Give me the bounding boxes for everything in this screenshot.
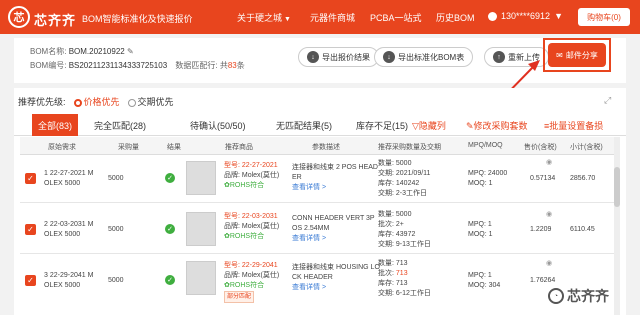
check-icon: ✓ <box>165 224 175 234</box>
tab-all[interactable]: 全部(83) <box>32 114 78 136</box>
subtotal-value: 2856.70 <box>570 175 596 182</box>
checkbox[interactable]: ✓ <box>25 275 36 286</box>
col-product: 推荐商品 <box>225 144 253 151</box>
col-buy: 推荐采购数量及交期 <box>378 144 441 151</box>
priority-price-option[interactable]: 价格优先 <box>73 95 120 108</box>
product-image <box>186 161 216 195</box>
eye-icon[interactable]: ◉ <box>546 158 552 166</box>
table-header: 原始需求 采购量 结果 推荐商品 参数描述 推荐采购数量及交期 MPQ/MOQ … <box>20 137 614 155</box>
scrollbar-thumb[interactable] <box>614 167 620 207</box>
col-price: 售价(含税) <box>524 144 557 151</box>
fullscreen-icon[interactable]: ⤢ <box>604 95 611 106</box>
qty-value: 5000 <box>108 175 124 182</box>
col-desc: 参数描述 <box>312 144 340 151</box>
tab-full-match[interactable]: 完全匹配(28) <box>94 119 146 132</box>
col-result: 结果 <box>167 144 181 151</box>
price-value: 1.76264 <box>530 277 556 284</box>
view-detail-link[interactable]: 查看详情 > <box>292 283 380 293</box>
subtotal-value: 6110.45 <box>570 226 595 233</box>
product-model[interactable]: 型号: 22-29-2041 <box>224 261 279 271</box>
scrollbar[interactable] <box>614 137 620 315</box>
product-model[interactable]: 型号: 22-03-2031 <box>224 212 279 222</box>
priority-leadtime-option[interactable]: 交期优先 <box>127 95 174 108</box>
check-icon: ✓ <box>165 275 175 285</box>
product-image <box>186 212 216 246</box>
tab-low-stock[interactable]: 库存不足(15) <box>356 119 408 132</box>
product-image <box>186 261 216 295</box>
tab-no-match[interactable]: 无匹配结果(5) <box>276 119 332 132</box>
col-mpq: MPQ/MOQ <box>468 142 503 149</box>
qty-value: 5000 <box>108 277 124 284</box>
partial-match-badge: 部分匹配 <box>224 291 255 303</box>
price-value: 0.57134 <box>530 175 556 182</box>
table-row[interactable]: ✓ 1 22-27-2021 M OLEX 5000 5000 ✓ 型号: 22-… <box>20 155 614 203</box>
radio-icon <box>73 98 82 107</box>
radio-icon <box>127 98 136 107</box>
edit-icon: ✎ <box>466 121 474 131</box>
product-model[interactable]: 型号: 22-27-2021 <box>224 161 279 171</box>
col-subtotal: 小计(含税) <box>570 144 603 151</box>
col-original: 原始需求 <box>48 144 76 151</box>
watermark: ◔ 芯齐齐 <box>548 286 609 306</box>
eye-icon[interactable]: ◉ <box>546 210 552 218</box>
eye-icon[interactable]: ◉ <box>546 259 552 267</box>
tab-to-confirm[interactable]: 待确认(50/50) <box>190 119 246 132</box>
table-row[interactable]: ✓ 2 22-03-2031 M OLEX 5000 5000 ✓ 型号: 22-… <box>20 204 614 254</box>
qty-value: 5000 <box>108 226 124 233</box>
modify-quantity-button[interactable]: ✎修改采购套数 <box>466 119 528 132</box>
wechat-icon: ◔ <box>548 288 564 304</box>
filter-icon: ▽ <box>412 121 419 131</box>
checkbox[interactable]: ✓ <box>25 173 36 184</box>
view-detail-link[interactable]: 查看详情 > <box>292 183 378 193</box>
col-qty: 采购量 <box>118 144 139 151</box>
priority-label: 推荐优先级: <box>18 97 66 107</box>
hide-columns-button[interactable]: ▽隐藏列 <box>412 119 446 132</box>
table-row[interactable]: ✓ 3 22-29-2041 M OLEX 5000 5000 ✓ 型号: 22-… <box>20 255 614 315</box>
check-icon: ✓ <box>165 173 175 183</box>
priority-selector: 推荐优先级: 价格优先 交期优先 <box>18 95 174 108</box>
checkbox[interactable]: ✓ <box>25 224 36 235</box>
batch-loss-button[interactable]: ≡批量设置备损 <box>544 119 603 132</box>
view-detail-link[interactable]: 查看详情 > <box>292 234 375 244</box>
price-value: 1.2209 <box>530 226 552 233</box>
